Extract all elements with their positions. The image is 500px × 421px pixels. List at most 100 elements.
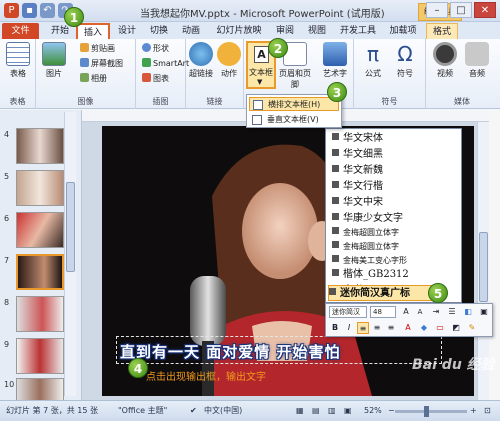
screenshot-icon	[80, 58, 89, 67]
grow-font-icon[interactable]: A	[400, 306, 412, 318]
shape-effect-icon[interactable]: ◩	[450, 322, 462, 334]
scrollbar-thumb[interactable]	[479, 232, 488, 302]
tab-animations[interactable]: 动画	[178, 23, 204, 39]
zoom-in-icon[interactable]: +	[470, 401, 477, 421]
truetype-icon	[332, 181, 339, 188]
font-option[interactable]: 华文新魏	[332, 163, 458, 179]
language-indicator[interactable]: 中文(中国)	[204, 401, 242, 421]
vertical-textbox-item[interactable]: 垂直文本框(V)	[249, 113, 339, 127]
font-option[interactable]: 华文宋体	[332, 131, 458, 147]
tab-format[interactable]: 格式	[426, 23, 458, 39]
format-painter-icon[interactable]: ✎	[466, 322, 478, 334]
fit-to-window-icon[interactable]: ⊡	[484, 401, 491, 421]
italic-button[interactable]: I	[343, 322, 355, 334]
truetype-icon	[332, 197, 339, 204]
step-callout: 1	[64, 7, 84, 27]
zoom-level[interactable]: 52%	[364, 401, 382, 421]
tab-addins[interactable]: 加载项	[386, 23, 420, 39]
zoom-slider[interactable]	[395, 410, 467, 413]
font-size-field[interactable]: 48	[370, 306, 396, 318]
photo-album-button[interactable]: 相册	[80, 73, 107, 85]
bold-button[interactable]: B	[329, 322, 341, 334]
action-button[interactable]: 动作	[214, 42, 244, 79]
group-symbols: π 公式 Ω 符号 符号	[354, 39, 426, 109]
maximize-icon[interactable]: □	[450, 2, 472, 18]
indent-icon[interactable]: ⇥	[430, 306, 442, 318]
normal-view-icon[interactable]: ▦	[296, 401, 304, 421]
picture-button[interactable]: 图片	[39, 42, 69, 79]
truetype-icon	[332, 165, 339, 172]
slide-sorter-icon[interactable]: ▤	[312, 401, 320, 421]
screenshot-button[interactable]: 屏幕截图	[80, 58, 123, 70]
group-label-tables: 表格	[9, 97, 26, 106]
clipart-button[interactable]: 剪贴画	[80, 43, 115, 55]
tab-transitions[interactable]: 切换	[146, 23, 172, 39]
font-name-field[interactable]: 迷你简汉真	[329, 306, 367, 318]
group-label-media: 媒体	[454, 97, 470, 106]
fill-icon[interactable]: ◧	[462, 306, 474, 318]
group-label-illustrations: 插图	[152, 97, 169, 106]
truetype-icon	[332, 149, 339, 156]
truetype-icon	[332, 255, 339, 262]
hyperlink-button[interactable]: 超链接	[186, 42, 216, 79]
shapes-button[interactable]: 形状	[142, 43, 169, 55]
chart-button[interactable]: 图表	[142, 73, 169, 85]
tab-design[interactable]: 设计	[114, 23, 140, 39]
photo-album-icon	[80, 73, 89, 82]
pi-icon: π	[366, 42, 380, 66]
tab-file[interactable]: 文件	[2, 23, 39, 39]
close-icon[interactable]: ✕	[474, 2, 496, 18]
list-icon[interactable]: ☰	[446, 306, 458, 318]
font-color-icon[interactable]: A	[402, 322, 414, 334]
powerpoint-app-icon[interactable]: P	[4, 3, 19, 18]
zoom-slider-thumb[interactable]	[424, 406, 429, 417]
horizontal-textbox-icon	[253, 100, 263, 110]
font-option[interactable]: 华文行楷	[332, 179, 458, 195]
theme-name: "Office 主题"	[118, 406, 168, 415]
tab-slideshow[interactable]: 幻灯片放映	[212, 23, 266, 39]
tab-developer[interactable]: 开发工具	[336, 23, 380, 39]
zoom-out-icon[interactable]: −	[388, 401, 395, 421]
save-icon[interactable]: ▪	[22, 3, 37, 18]
window-title: 当我想起你MV.pptx - Microsoft PowerPoint (试用版…	[140, 9, 385, 20]
tab-insert[interactable]: 插入	[76, 23, 110, 39]
video-button[interactable]: 视频	[430, 42, 460, 79]
font-option[interactable]: 华文中宋	[332, 195, 458, 211]
shape-fill-icon[interactable]: ◆	[418, 322, 430, 334]
tab-review[interactable]: 审阅	[272, 23, 298, 39]
mini-toolbar: 迷你简汉真 48 A A ⇥ ☰ ◧ ▣ B I ≡ ≡ ≡ A ◆ ▭ ◩ ✎	[325, 303, 493, 337]
arrange-icon[interactable]: ▣	[478, 306, 490, 318]
group-label-symbols: 符号	[381, 97, 398, 106]
group-images: 图片 剪贴画 屏幕截图 相册 图像	[36, 39, 136, 109]
spellcheck-icon[interactable]: ✔	[190, 401, 197, 421]
audio-button[interactable]: 音频	[462, 42, 492, 79]
equation-button[interactable]: π 公式	[358, 42, 388, 79]
align-center-button[interactable]: ≡	[371, 322, 383, 334]
table-icon	[6, 42, 30, 66]
truetype-icon	[332, 133, 339, 140]
shapes-icon	[142, 43, 151, 52]
horizontal-textbox-item[interactable]: 横排文本框(H)	[249, 97, 339, 111]
font-option-selected[interactable]: 迷你简汉真广标	[328, 285, 440, 301]
shrink-font-icon[interactable]: A	[414, 306, 426, 318]
wordart-button[interactable]: 艺术字	[318, 42, 352, 79]
align-left-button[interactable]: ≡	[357, 322, 369, 334]
slide-caption[interactable]: 直到有一天 面对爱情 开始害怕	[120, 341, 340, 362]
symbol-button[interactable]: Ω 符号	[390, 42, 420, 79]
table-button[interactable]: 表格	[3, 42, 33, 79]
picture-icon	[42, 42, 66, 66]
align-right-button[interactable]: ≡	[385, 322, 397, 334]
shape-outline-icon[interactable]: ▭	[434, 322, 446, 334]
tab-view[interactable]: 视图	[304, 23, 330, 39]
slideshow-view-icon[interactable]: ▣	[344, 401, 352, 421]
scrollbar-thumb[interactable]	[66, 182, 75, 272]
chevron-down-icon: ▼	[257, 78, 263, 86]
minimize-icon[interactable]: –	[426, 2, 448, 18]
reading-view-icon[interactable]: ▥	[328, 401, 336, 421]
font-option[interactable]: 华文细黑	[332, 147, 458, 163]
smartart-icon	[142, 58, 151, 67]
slides-scrollbar[interactable]	[64, 112, 76, 396]
font-option[interactable]: 楷体_GB2312	[332, 267, 458, 283]
smartart-button[interactable]: SmartArt	[142, 58, 189, 70]
undo-icon[interactable]: ↶	[40, 3, 55, 18]
